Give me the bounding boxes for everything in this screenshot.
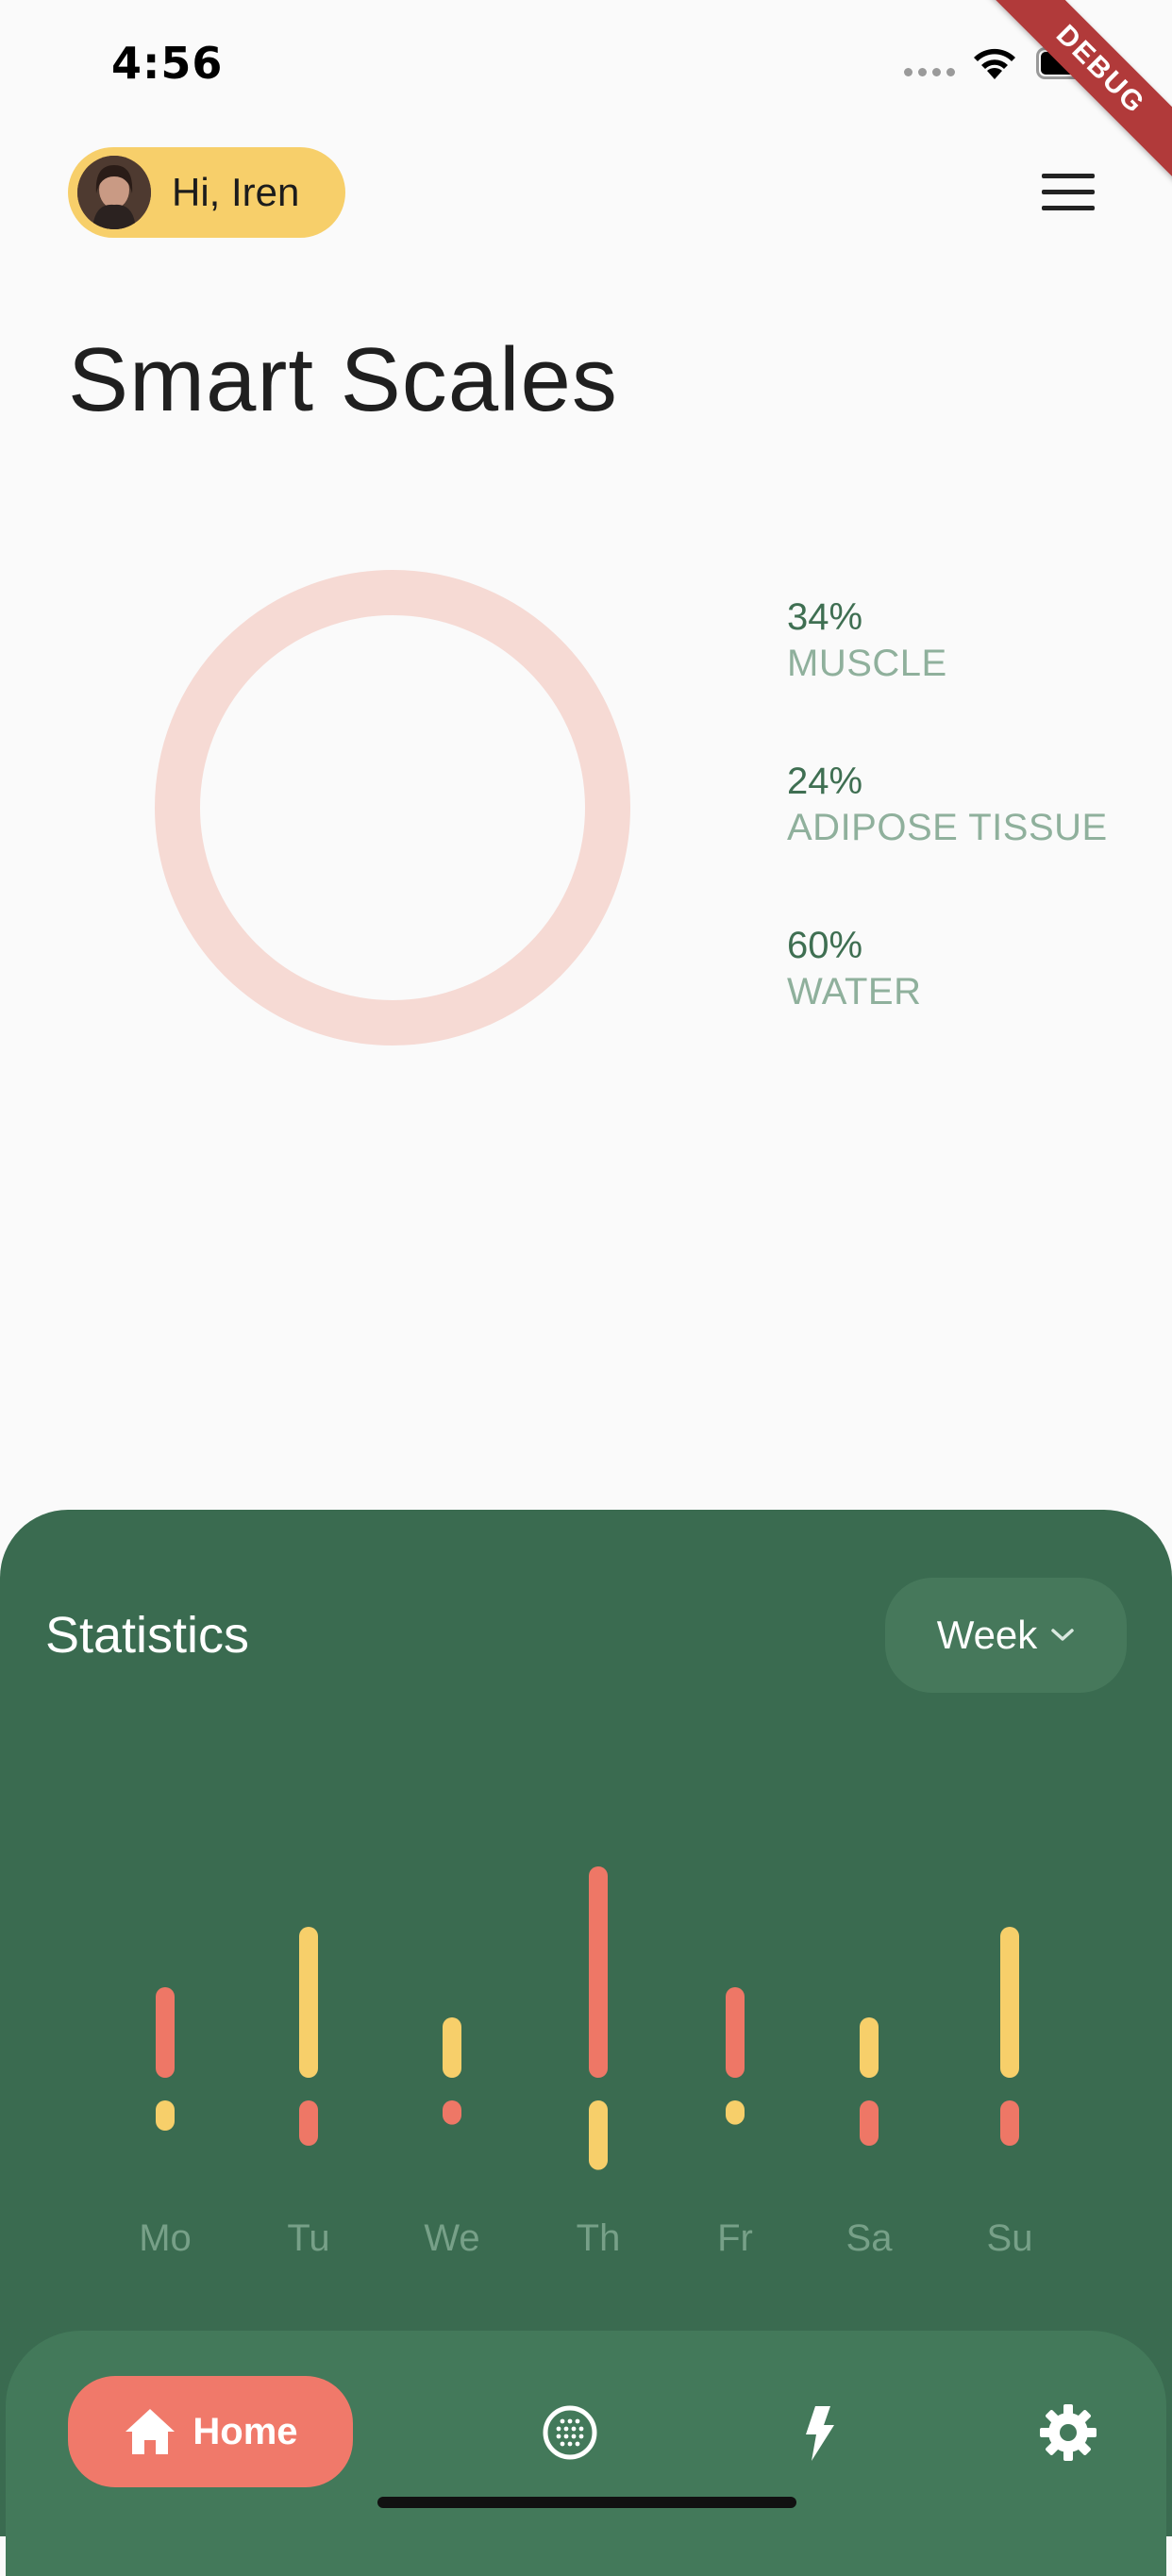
cellular-signal-icon — [904, 68, 955, 76]
hamburger-menu-icon[interactable] — [1042, 174, 1095, 211]
bar-lower-su — [1000, 2100, 1019, 2146]
lightning-icon[interactable] — [789, 2402, 849, 2463]
bar-upper-sa — [860, 2017, 879, 2078]
stat-value: 24% — [787, 761, 863, 802]
stat-value: 60% — [787, 925, 863, 966]
globe-icon[interactable] — [540, 2402, 600, 2463]
day-label: Sa — [846, 2217, 893, 2259]
day-label: Mo — [139, 2217, 192, 2259]
bar-upper-fr — [726, 1987, 745, 2078]
day-label: Su — [986, 2217, 1033, 2259]
stat-adipose-tissue: 24% ADIPOSE TISSUE — [787, 761, 1108, 849]
stat-label: WATER — [787, 971, 922, 1012]
status-time: 4:56 — [111, 38, 224, 89]
nav-home-button[interactable]: Home — [68, 2376, 353, 2487]
day-label: Fr — [717, 2217, 753, 2259]
bar-upper-we — [443, 2017, 461, 2078]
bar-lower-we — [443, 2100, 461, 2125]
debug-banner: DEBUG — [982, 0, 1172, 188]
greeting-chip[interactable]: Hi, Iren — [68, 147, 345, 238]
bar-upper-su — [1000, 1927, 1019, 2078]
bar-lower-fr — [726, 2100, 745, 2125]
bar-upper-mo — [156, 1987, 175, 2078]
statistics-bar-chart — [156, 1866, 1019, 2170]
greeting-text: Hi, Iren — [172, 170, 300, 214]
avatar — [77, 156, 151, 229]
period-label: Week — [936, 1613, 1038, 1657]
bar-upper-tu — [299, 1927, 318, 2078]
stat-label: ADIPOSE TISSUE — [787, 807, 1108, 848]
body-composition-ring — [155, 570, 630, 1045]
bar-lower-sa — [860, 2100, 879, 2146]
day-label: Th — [576, 2217, 621, 2259]
nav-home-label: Home — [193, 2410, 298, 2452]
bar-lower-tu — [299, 2100, 318, 2146]
stat-muscle: 34% MUSCLE — [787, 596, 947, 685]
home-indicator — [377, 2497, 796, 2508]
period-dropdown[interactable]: Week — [885, 1578, 1127, 1693]
bar-lower-th — [589, 2100, 608, 2170]
gear-icon[interactable] — [1038, 2402, 1098, 2463]
day-label: We — [424, 2217, 480, 2259]
page-title: Smart Scales — [68, 329, 618, 430]
statistics-title: Statistics — [45, 1607, 250, 1664]
stat-water: 60% WATER — [787, 925, 921, 1013]
bar-lower-mo — [156, 2100, 175, 2131]
chevron-down-icon — [1051, 1629, 1075, 1641]
day-label: Tu — [287, 2217, 330, 2259]
bar-upper-th — [589, 1866, 608, 2078]
stat-label: MUSCLE — [787, 643, 947, 684]
wifi-icon — [974, 48, 1015, 79]
home-icon — [126, 2409, 176, 2454]
stat-value: 34% — [787, 596, 863, 638]
